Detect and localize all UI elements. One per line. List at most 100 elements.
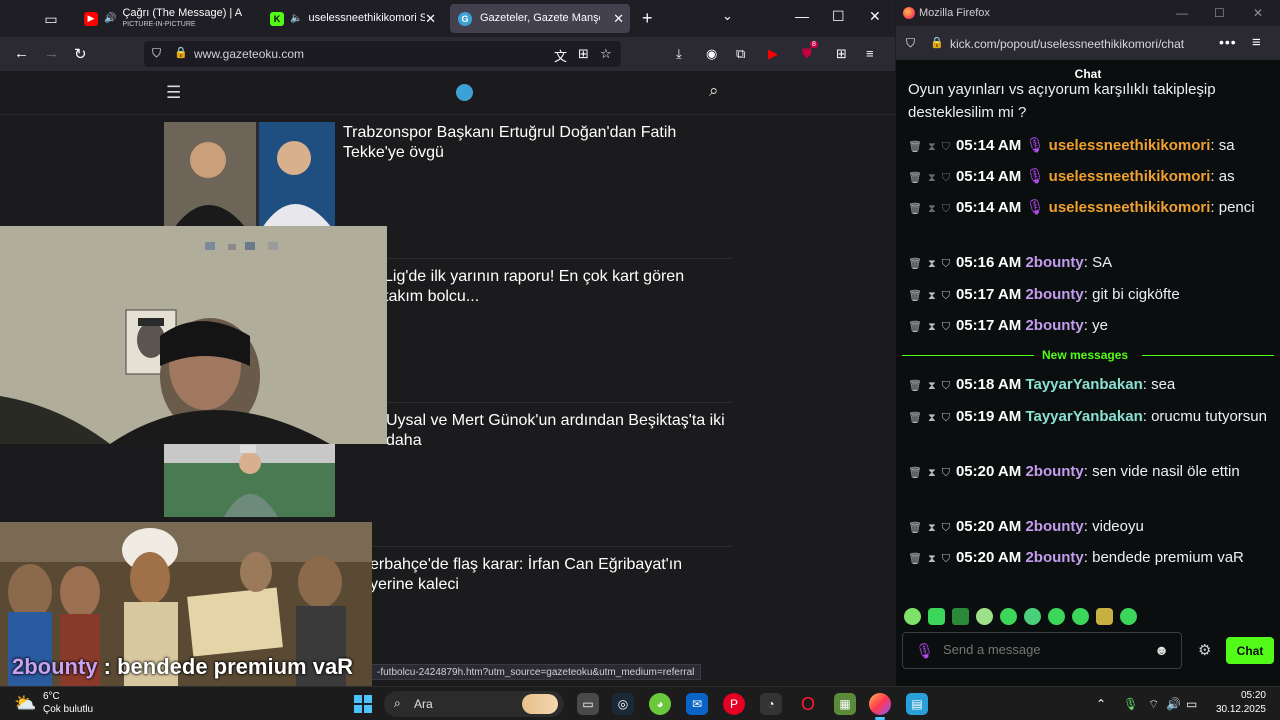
chat-message-list[interactable]: Oyun yayınları vs açıyorum karşılıklı ta… [896,80,1280,605]
hamburger-menu-icon[interactable]: ☰ [166,83,181,103]
forward-arrow-icon[interactable]: → [44,45,59,62]
chat-message[interactable]: 🗑 ⧗ ⛉ 05:14 AM 🎙 uselessneethikikomori: as [908,165,1270,190]
chat-message[interactable]: 🗑 ⧗ ⛉ 05:17 AM 2bounty: ye [908,314,1270,339]
close-tab-icon[interactable]: ✕ [425,11,436,27]
trash-icon[interactable]: 🗑 [908,172,922,184]
timeout-hourglass-icon[interactable]: ⧗ [928,258,936,270]
ublock-icon[interactable]: ◉ [706,46,717,62]
emote-icon[interactable] [1024,608,1041,625]
emote-icon[interactable] [928,608,945,625]
lock-icon[interactable]: 🔒 [174,46,188,59]
message-username[interactable]: uselessneethikikomori [1049,137,1211,154]
message-username[interactable]: 2bounty [1025,463,1083,480]
file-explorer-icon[interactable]: ▭ [577,693,599,715]
youtube-ext-icon[interactable]: ▶ [768,46,778,62]
trash-icon[interactable]: 🗑 [908,467,922,479]
windows-start-icon[interactable] [354,695,372,713]
chat-message[interactable]: 🗑 ⧗ ⛉ 05:14 AM 🎙 uselessneethikikomori: sa [908,134,1270,159]
menu-icon[interactable]: ≡ [866,46,874,61]
speaker-icon[interactable]: 🔊 [104,13,116,24]
article-title[interactable]: Uysal ve Mert Günok'un ardından Beşiktaş… [386,411,726,451]
url-text[interactable]: www.gazeteoku.com [194,47,304,61]
volume-icon[interactable]: 🔊 [1166,697,1181,711]
minimize-icon[interactable]: — [1176,6,1188,20]
ban-shield-icon[interactable]: ⛉ [942,412,950,424]
translate-icon[interactable]: 文 [554,46,567,65]
tab-kick-stream[interactable]: K 🔈 uselessneethikikomori Strea ✕ [262,4,442,33]
timeout-hourglass-icon[interactable]: ⧗ [928,522,936,534]
ban-shield-icon[interactable]: ⛉ [942,467,950,479]
trash-icon[interactable]: 🗑 [908,290,922,302]
emote-icon[interactable] [1120,608,1137,625]
pip-movie-window[interactable]: 2bounty : bendede premium vaR [0,522,372,686]
trash-icon[interactable]: 🗑 [908,321,922,333]
timeout-hourglass-icon[interactable]: ⧗ [928,412,936,424]
wifi-icon[interactable]: ⌔ [1148,697,1159,712]
ban-shield-icon[interactable]: ⛉ [942,141,950,153]
timeout-hourglass-icon[interactable]: ⧗ [928,380,936,392]
muted-speaker-icon[interactable]: 🔈 [290,13,302,24]
chat-message[interactable]: 🗑 ⧗ ⛉ 05:20 AM 2bounty: bendede premium vaR [908,546,1270,571]
more-options-icon[interactable]: ••• [1219,34,1237,50]
firefox-taskbar-icon[interactable] [869,693,891,720]
battery-icon[interactable]: ▭ [1186,697,1197,711]
download-icon[interactable]: ⤓ [676,46,682,62]
notepad-icon[interactable]: ▤ [906,693,928,715]
new-tab-button[interactable]: + [642,8,653,29]
maximize-icon[interactable]: ☐ [1214,6,1225,20]
emote-icon[interactable] [952,608,969,625]
timeout-hourglass-icon[interactable]: ⧗ [928,553,936,565]
timeout-hourglass-icon[interactable]: ⧗ [928,172,936,184]
url-text[interactable]: kick.com/popout/uselessneethikikomori/ch… [950,37,1184,51]
article-thumbnail[interactable] [164,443,335,517]
menu-icon[interactable]: ≡ [1252,34,1261,51]
chat-message[interactable]: 🗑 ⧗ ⛉ 05:14 AM 🎙 uselessneethikikomori: pen… [908,196,1270,221]
article-title[interactable]: Lig'de ilk yarının raporu! En çok kart g… [384,267,724,307]
trash-icon[interactable]: 🗑 [908,203,922,215]
trash-icon[interactable]: 🗑 [908,141,922,153]
pip-webcam-window[interactable] [0,226,387,444]
message-username[interactable]: 2bounty [1025,286,1083,303]
opera-icon[interactable]: O [797,693,819,715]
tab-pip-video[interactable]: ▶ 🔊 Çağrı (The Message) | Allah PICTURE-… [76,4,244,33]
search-icon[interactable]: ⌕ [709,81,719,101]
tab-gazeteoku[interactable]: G Gazeteler, Gazete Manşetleri - G ✕ [450,4,630,33]
firefox-view-icon[interactable]: ▭ [38,8,64,30]
show-hidden-icons-chevron-icon[interactable]: ⌃ [1096,697,1106,711]
emote-icon[interactable] [904,608,921,625]
chat-input-box[interactable]: 🎙 ☻ [902,632,1182,669]
timeout-hourglass-icon[interactable]: ⧗ [928,321,936,333]
message-username[interactable]: 2bounty [1025,549,1083,566]
article-title[interactable]: erbahçe'de flaş karar: İrfan Can Eğribay… [370,555,730,595]
shield-icon[interactable]: ⛉ [906,36,915,51]
ban-shield-icon[interactable]: ⛉ [942,321,950,333]
bookmark-star-icon[interactable]: ☆ [600,46,612,62]
green-app-icon[interactable]: ◕ [649,693,671,715]
chat-message[interactable]: 🗑 ⧗ ⛉ 05:17 AM 2bounty: git bi cigköfte [908,283,1270,308]
message-username[interactable]: TayyarYanbakan [1025,376,1142,393]
timeout-hourglass-icon[interactable]: ⧗ [928,290,936,302]
trash-icon[interactable]: 🗑 [908,553,922,565]
ban-shield-icon[interactable]: ⛉ [942,203,950,215]
emote-icon[interactable] [1096,608,1113,625]
trash-icon[interactable]: 🗑 [908,380,922,392]
message-username[interactable]: TayyarYanbakan [1025,408,1142,425]
ban-shield-icon[interactable]: ⛉ [942,290,950,302]
emote-icon[interactable] [1048,608,1065,625]
steam-icon[interactable]: ◎ [612,693,634,715]
close-tab-icon[interactable]: ✕ [613,11,624,27]
address-bar[interactable]: ⛉ 🔒 www.gazeteoku.com 文 ⊞ ☆ [144,41,621,67]
minimize-icon[interactable]: — [795,8,809,24]
chat-message[interactable]: 🗑 ⧗ ⛉ 05:19 AM TayyarYanbakan: orucmu tutyo… [908,405,1270,430]
ban-shield-icon[interactable]: ⛉ [942,522,950,534]
message-username[interactable]: uselessneethikikomori [1049,168,1211,185]
mail-icon[interactable]: ✉ [686,693,708,715]
system-clock[interactable]: 05:20 30.12.2025 [1210,689,1266,717]
timeout-hourglass-icon[interactable]: ⧗ [928,467,936,479]
github-icon[interactable]: ◔ [760,693,782,715]
emote-icon[interactable] [1000,608,1017,625]
ban-shield-icon[interactable]: ⛉ [942,380,950,392]
timeout-hourglass-icon[interactable]: ⧗ [928,141,936,153]
emote-icon[interactable] [976,608,993,625]
mic-icon[interactable]: 🎙 [915,642,934,660]
